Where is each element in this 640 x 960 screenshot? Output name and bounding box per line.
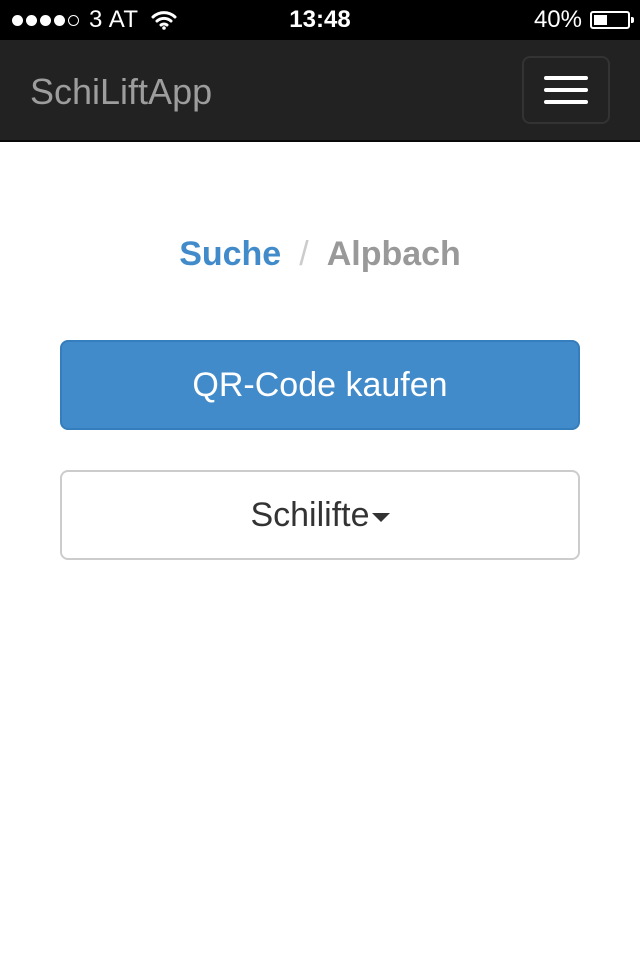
menu-toggle-button[interactable] bbox=[522, 56, 610, 124]
hamburger-menu-icon bbox=[544, 100, 588, 104]
battery-fill bbox=[594, 15, 607, 25]
breadcrumb-separator: / bbox=[299, 235, 309, 273]
status-bar: 3 AT 13:48 40% bbox=[0, 0, 640, 40]
buy-qr-code-label: QR-Code kaufen bbox=[192, 365, 448, 404]
battery-percent: 40% bbox=[533, 6, 582, 33]
buy-qr-code-button[interactable]: QR-Code kaufen bbox=[60, 340, 580, 430]
lifts-dropdown-button[interactable]: Schilifte bbox=[60, 470, 580, 560]
lifts-dropdown-label: Schilifte bbox=[250, 495, 370, 534]
breadcrumb-link-suche[interactable]: Suche bbox=[179, 235, 281, 273]
navbar: SchiLiftApp bbox=[0, 40, 640, 142]
status-right: 40% bbox=[533, 0, 634, 40]
battery-icon bbox=[590, 11, 634, 29]
battery-tip bbox=[631, 17, 634, 23]
hamburger-menu-icon bbox=[544, 88, 588, 92]
brand-link[interactable]: SchiLiftApp bbox=[30, 40, 212, 140]
caret-down-icon bbox=[371, 512, 390, 522]
hamburger-menu-icon bbox=[544, 76, 588, 80]
breadcrumb: Suche / Alpbach bbox=[0, 235, 640, 274]
breadcrumb-current: Alpbach bbox=[326, 235, 461, 273]
